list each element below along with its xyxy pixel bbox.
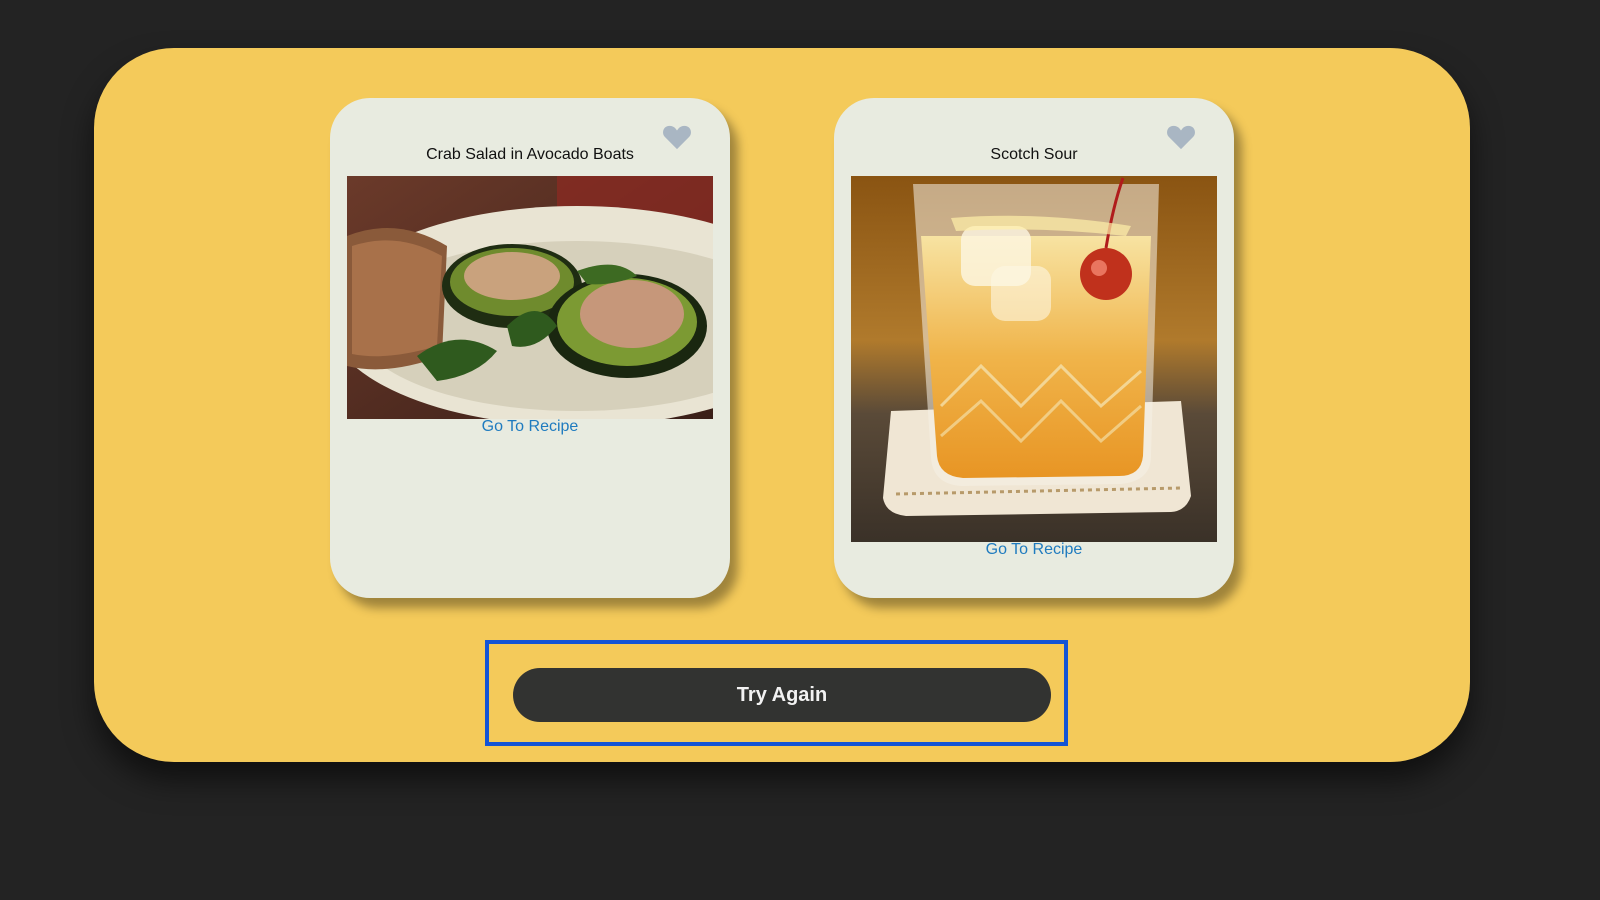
try-again-button[interactable]: Try Again: [513, 668, 1051, 722]
recipe-title: Scotch Sour: [990, 146, 1078, 163]
recipe-card: Scotch Sour Go To Recipe: [834, 98, 1234, 598]
recipe-card: Crab Salad in Avocado Boats Go To Recipe: [330, 98, 730, 598]
recipe-photo: [347, 176, 713, 419]
recipe-photo: [851, 176, 1217, 542]
go-to-recipe-link[interactable]: Go To Recipe: [330, 418, 730, 436]
go-to-recipe-link[interactable]: Go To Recipe: [834, 541, 1234, 559]
recipe-title: Crab Salad in Avocado Boats: [426, 146, 634, 163]
